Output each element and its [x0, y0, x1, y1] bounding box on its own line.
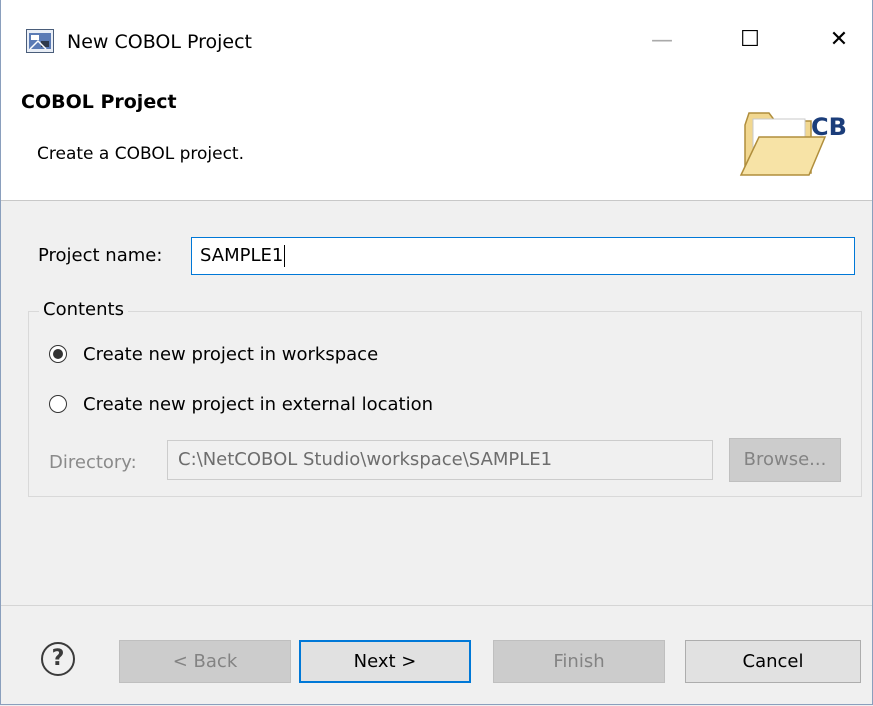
window-title: New COBOL Project [67, 31, 252, 53]
finish-button[interactable]: Finish [493, 640, 665, 683]
project-name-input[interactable]: SAMPLE1 [191, 237, 855, 275]
radio-selected-dot [53, 349, 63, 359]
cancel-button[interactable]: Cancel [685, 640, 861, 683]
cb-label: CB [811, 113, 847, 141]
help-icon[interactable]: ? [41, 642, 75, 676]
directory-input[interactable]: C:\NetCOBOL Studio\workspace\SAMPLE1 [167, 440, 713, 480]
next-button[interactable]: Next > [299, 640, 471, 683]
cobol-folder-icon: CB [739, 112, 847, 176]
wizard-window: New COBOL Project — ☐ ✕ COBOL Project Cr… [0, 0, 873, 705]
browse-button[interactable]: Browse... [729, 438, 841, 482]
radio-workspace-circle[interactable] [49, 345, 67, 363]
project-name-value: SAMPLE1 [200, 245, 284, 266]
app-icon [26, 29, 54, 53]
text-cursor [284, 245, 286, 267]
maximize-button[interactable]: ☐ [730, 27, 770, 52]
radio-external[interactable] [49, 395, 67, 413]
footer-separator [1, 605, 872, 606]
close-button[interactable]: ✕ [819, 27, 859, 52]
radio-workspace-label[interactable]: Create new project in workspace [83, 344, 378, 365]
radio-external-circle[interactable] [49, 395, 67, 413]
page-description: Create a COBOL project. [37, 144, 244, 164]
radio-workspace[interactable] [49, 345, 67, 363]
minimize-button[interactable]: — [642, 28, 682, 53]
project-name-label: Project name: [38, 245, 163, 266]
back-button[interactable]: < Back [119, 640, 291, 683]
page-title: COBOL Project [21, 91, 177, 113]
directory-label: Directory: [49, 452, 137, 473]
contents-group-title: Contents [39, 299, 128, 320]
radio-external-label[interactable]: Create new project in external location [83, 394, 433, 415]
